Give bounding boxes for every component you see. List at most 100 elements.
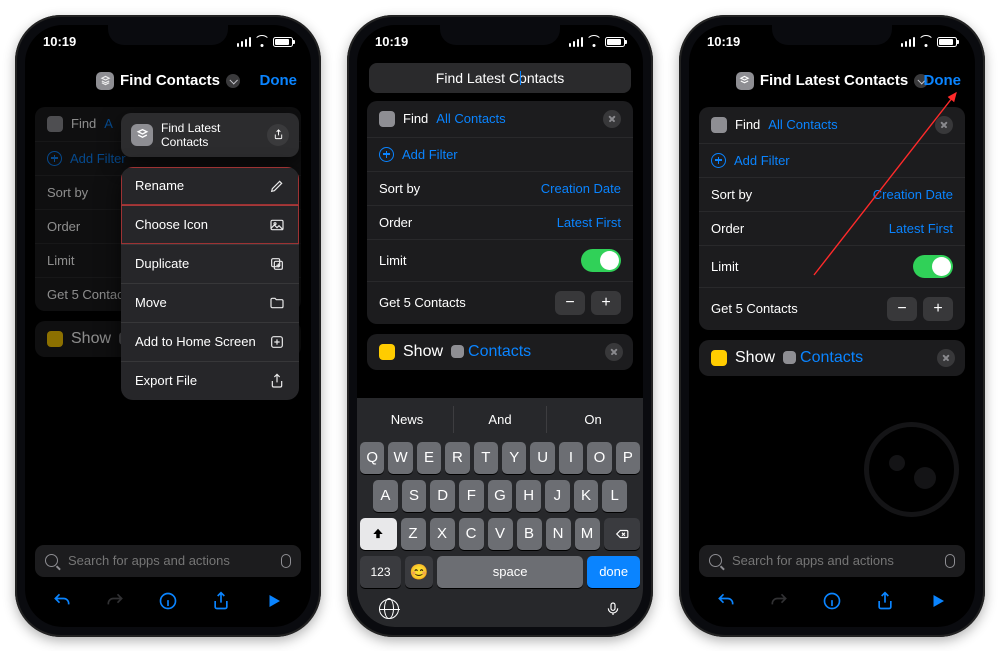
globe-icon[interactable]	[379, 599, 399, 619]
wifi-icon	[255, 37, 269, 47]
search-input[interactable]	[66, 552, 273, 569]
stepper-plus[interactable]: +	[591, 291, 621, 315]
battery-icon	[937, 37, 957, 47]
done-button[interactable]: Done	[924, 72, 962, 89]
sort-value[interactable]: Creation Date	[541, 181, 621, 196]
suggestion[interactable]: And	[454, 406, 547, 433]
key-F[interactable]: F	[459, 480, 484, 512]
stepper-minus[interactable]: −	[887, 297, 917, 321]
share-button[interactable]	[267, 124, 289, 146]
show-action[interactable]: Show Contacts	[699, 340, 965, 376]
find-value[interactable]: A	[104, 116, 113, 131]
remove-action-button[interactable]	[935, 116, 953, 134]
suggestion[interactable]: On	[547, 406, 639, 433]
search-bar[interactable]	[35, 545, 301, 577]
key-T[interactable]: T	[474, 442, 498, 474]
key-J[interactable]: J	[545, 480, 570, 512]
suggestion[interactable]: News	[361, 406, 454, 433]
key-Q[interactable]: Q	[360, 442, 384, 474]
key-S[interactable]: S	[402, 480, 427, 512]
menu-add-home[interactable]: Add to Home Screen	[121, 322, 299, 361]
add-filter-button[interactable]: Add Filter	[402, 147, 458, 162]
123-key[interactable]: 123	[360, 556, 401, 588]
key-D[interactable]: D	[430, 480, 455, 512]
menu-export[interactable]: Export File	[121, 361, 299, 400]
remove-action-button[interactable]	[605, 343, 623, 361]
bottom-toolbar	[25, 583, 311, 619]
key-M[interactable]: M	[575, 518, 600, 550]
key-N[interactable]: N	[546, 518, 571, 550]
remove-action-button[interactable]	[937, 349, 955, 367]
key-V[interactable]: V	[488, 518, 513, 550]
stepper-plus[interactable]: +	[923, 297, 953, 321]
menu-rename[interactable]: Rename	[121, 167, 299, 205]
limit-toggle[interactable]	[913, 255, 953, 278]
order-value[interactable]: Latest First	[889, 221, 953, 236]
sort-value[interactable]: Creation Date	[873, 187, 953, 202]
key-W[interactable]: W	[388, 442, 412, 474]
show-action[interactable]: Show Contacts	[367, 334, 633, 370]
signal-icon	[569, 37, 584, 47]
title-edit-field[interactable]: Find Latest Contacts	[369, 63, 631, 93]
clock: 10:19	[375, 34, 408, 49]
info-button[interactable]	[821, 590, 843, 612]
add-filter-button[interactable]: Add Filter	[70, 151, 126, 166]
mic-icon[interactable]	[281, 554, 291, 568]
key-Z[interactable]: Z	[401, 518, 426, 550]
menu-choose-icon[interactable]: Choose Icon	[121, 205, 299, 244]
phone-2: 10:19 Find Latest Contacts Find All Cont…	[347, 15, 653, 637]
keyboard[interactable]: News And On QWERTYUIOP ASDFGHJKL ZXCVBNM…	[357, 397, 643, 627]
shift-key[interactable]	[360, 518, 397, 550]
dictation-icon[interactable]	[605, 599, 621, 619]
menu-move[interactable]: Move	[121, 283, 299, 322]
remove-action-button[interactable]	[603, 110, 621, 128]
key-B[interactable]: B	[517, 518, 542, 550]
shortcut-icon	[736, 72, 754, 90]
key-I[interactable]: I	[559, 442, 583, 474]
key-H[interactable]: H	[516, 480, 541, 512]
editor-content: Find All Contacts Add Filter Sort byCrea…	[699, 107, 965, 376]
undo-button[interactable]	[51, 590, 73, 612]
key-L[interactable]: L	[602, 480, 627, 512]
share-button[interactable]	[210, 590, 232, 612]
key-A[interactable]: A	[373, 480, 398, 512]
info-button[interactable]	[157, 590, 179, 612]
key-U[interactable]: U	[530, 442, 554, 474]
key-G[interactable]: G	[488, 480, 513, 512]
search-input[interactable]	[730, 552, 937, 569]
key-O[interactable]: O	[587, 442, 611, 474]
done-button[interactable]: Done	[260, 72, 298, 89]
key-E[interactable]: E	[417, 442, 441, 474]
find-value[interactable]: All Contacts	[768, 117, 837, 132]
plus-icon	[47, 151, 62, 166]
key-K[interactable]: K	[574, 480, 599, 512]
order-value[interactable]: Latest First	[557, 215, 621, 230]
show-icon	[47, 331, 63, 347]
emoji-key[interactable]: 😊	[405, 556, 433, 588]
find-value[interactable]: All Contacts	[436, 111, 505, 126]
limit-toggle[interactable]	[581, 249, 621, 272]
backspace-key[interactable]	[604, 518, 641, 550]
menu-duplicate[interactable]: Duplicate	[121, 244, 299, 283]
search-icon	[45, 554, 58, 567]
keyboard-done-key[interactable]: done	[587, 556, 640, 588]
shortcut-title-menu[interactable]: Find Contacts	[96, 72, 240, 90]
play-button[interactable]	[927, 590, 949, 612]
add-filter-button[interactable]: Add Filter	[734, 153, 790, 168]
play-button[interactable]	[263, 590, 285, 612]
shortcut-title-menu[interactable]: Find Latest Contacts	[736, 72, 928, 90]
suggestion-bar[interactable]: News And On	[357, 402, 643, 439]
key-P[interactable]: P	[616, 442, 640, 474]
space-key[interactable]: space	[437, 556, 583, 588]
share-button[interactable]	[874, 590, 896, 612]
key-C[interactable]: C	[459, 518, 484, 550]
undo-button[interactable]	[715, 590, 737, 612]
contacts-token-icon	[783, 351, 796, 364]
key-R[interactable]: R	[445, 442, 469, 474]
mic-icon[interactable]	[945, 554, 955, 568]
key-Y[interactable]: Y	[502, 442, 526, 474]
stepper-minus[interactable]: −	[555, 291, 585, 315]
search-bar[interactable]	[699, 545, 965, 577]
signal-icon	[237, 37, 252, 47]
key-X[interactable]: X	[430, 518, 455, 550]
